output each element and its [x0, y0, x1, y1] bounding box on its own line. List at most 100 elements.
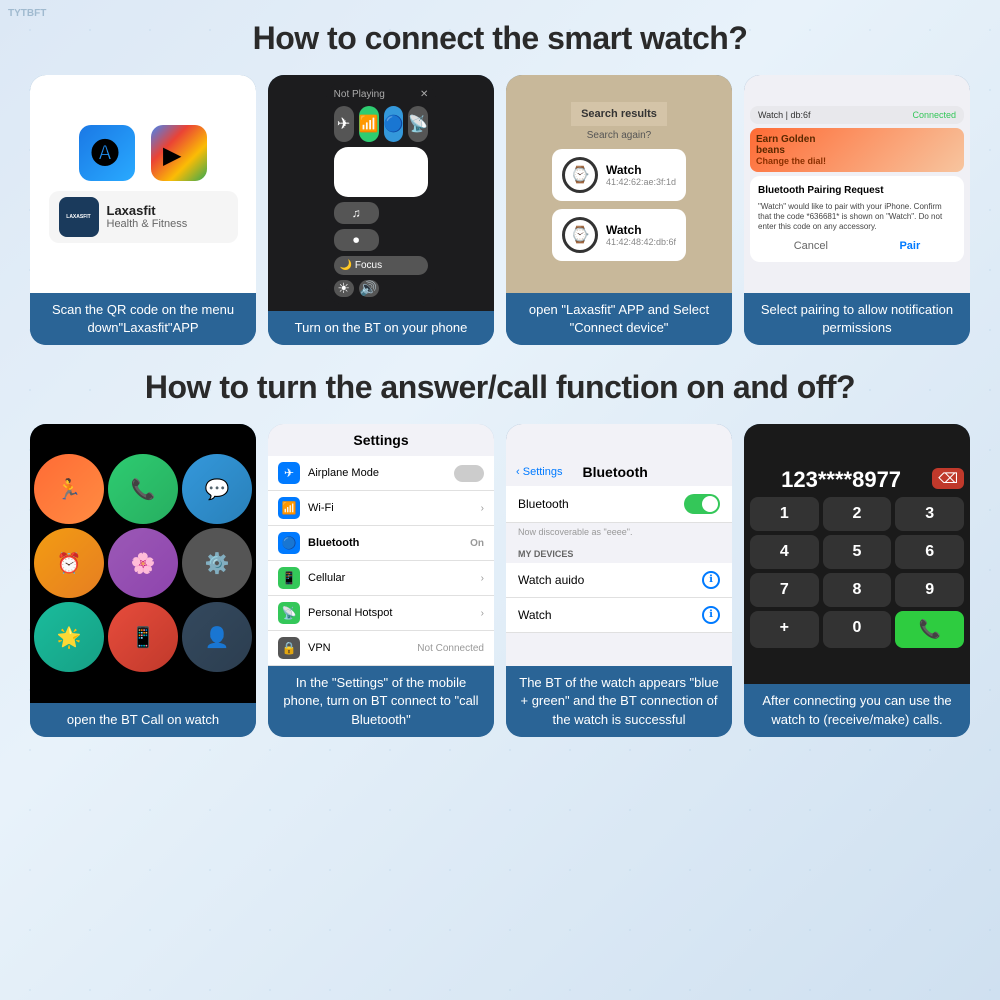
card-dialpad: 123****8977 ⌫ 1 2 3 4 5 6 7 8 9 + 0 📞 [744, 424, 970, 737]
laxasfit-name: Laxasfit [107, 203, 188, 218]
cc-focus[interactable]: 🌙 Focus [334, 256, 429, 275]
cc-grid-top: ✈ 📶 🔵 📡 [334, 106, 429, 142]
settings-row-wifi[interactable]: 📶 Wi-Fi › [268, 491, 494, 526]
section1-cards-grid: 🅐 ▶ LAXASFIT Laxasfit Health & Fitness [30, 75, 970, 345]
bt-pair-btn[interactable]: Pair [899, 239, 920, 254]
bt-toggle-label: Bluetooth [518, 497, 569, 511]
dialpad-top: 123****8977 ⌫ [750, 461, 964, 497]
watch-connected: Connected [912, 110, 956, 120]
search-result-1[interactable]: ⌚ Watch 41:42:62:ae:3f:1d [552, 149, 686, 201]
watch-app-phone[interactable]: 📞 [108, 454, 178, 524]
delete-icon[interactable]: ⌫ [932, 468, 964, 489]
search-again: Search again? [583, 126, 656, 145]
bt-back-btn[interactable]: ‹ Settings [516, 466, 562, 478]
watch-app-flower[interactable]: 🌸 [108, 528, 178, 598]
settings-row-airplane[interactable]: ✈ Airplane Mode [268, 456, 494, 491]
cc-volume[interactable]: 🔊 [359, 280, 379, 297]
cellular-icon: 📱 [278, 567, 300, 589]
device1-info-icon[interactable]: ℹ [702, 571, 720, 589]
bt-dialog-buttons: Cancel Pair [758, 239, 956, 254]
bt-pairing-dialog: Bluetooth Pairing Request "Watch" would … [750, 176, 964, 263]
card2-screen: Not Playing ✕ ✈ 📶 🔵 📡 * ♫ ⏺ [268, 75, 494, 311]
result2-addr: 41:42:48:42:db:6f [606, 237, 676, 247]
vpn-label: VPN [308, 642, 331, 654]
dial-key-1[interactable]: 1 [750, 497, 819, 531]
card4-label: Select pairing to allow notification per… [744, 293, 970, 345]
watch-app-settings[interactable]: ⚙️ [182, 528, 252, 598]
dial-key-6[interactable]: 6 [895, 535, 964, 569]
bluetooth-status: On [470, 538, 484, 549]
device2-info-icon[interactable]: ℹ [702, 606, 720, 624]
watch-app-user[interactable]: 👤 [182, 602, 252, 672]
watch-app-phone2[interactable]: 📱 [108, 602, 178, 672]
laxasfit-row: LAXASFIT Laxasfit Health & Fitness [49, 191, 238, 243]
airplane-toggle[interactable] [454, 465, 484, 482]
card-bt-settings: ‹ Settings Bluetooth Bluetooth Now disco… [506, 424, 732, 737]
wifi-chevron: › [481, 503, 484, 514]
card8-screen: 123****8977 ⌫ 1 2 3 4 5 6 7 8 9 + 0 📞 [744, 424, 970, 684]
bt-device-1[interactable]: Watch auido ℹ [506, 563, 732, 598]
dial-key-7[interactable]: 7 [750, 573, 819, 607]
card-scan-qr: 🅐 ▶ LAXASFIT Laxasfit Health & Fitness [30, 75, 256, 345]
cc-brightness[interactable]: ☀ [334, 280, 354, 297]
cc-screen-rec[interactable]: ⏺ [334, 229, 379, 251]
cc-bluetooth[interactable]: 🔵 [384, 106, 404, 142]
result1-name: Watch [606, 163, 676, 177]
dial-key-8[interactable]: 8 [823, 573, 892, 607]
bt-cancel-btn[interactable]: Cancel [794, 239, 828, 254]
search-result-2[interactable]: ⌚ Watch 41:42:48:42:db:6f [552, 209, 686, 261]
laxasfit-text: Laxasfit Health & Fitness [107, 203, 188, 230]
section2-cards-grid: 🏃 📞 💬 ⏰ 🌸 ⚙️ 🌟 📱 👤 open the BT Call on w… [30, 424, 970, 737]
watch-icon-2: ⌚ [562, 217, 598, 253]
dial-key-5[interactable]: 5 [823, 535, 892, 569]
bt-toggle[interactable] [684, 494, 720, 514]
bt-page-title: Bluetooth [582, 464, 647, 480]
watch-app-run[interactable]: 🏃 [34, 454, 104, 524]
appstore-icon: 🅐 [79, 125, 135, 181]
watch-app-alarm[interactable]: ⏰ [34, 528, 104, 598]
dial-key-9[interactable]: 9 [895, 573, 964, 607]
section1-title: How to connect the smart watch? [30, 20, 970, 57]
dialpad-grid: 1 2 3 4 5 6 7 8 9 + 0 📞 [750, 497, 964, 648]
dial-key-4[interactable]: 4 [750, 535, 819, 569]
watch-icon-1: ⌚ [562, 157, 598, 193]
settings-row-bluetooth[interactable]: 🔵 Bluetooth On [268, 526, 494, 561]
watch-status-bar: Watch | db:6f Connected [750, 106, 964, 124]
svg-text:▶: ▶ [163, 142, 182, 169]
bt-pairing-body: "Watch" would like to pair with your iPh… [758, 202, 956, 233]
app-icons-row: 🅐 ▶ [79, 125, 207, 181]
settings-row-vpn[interactable]: 🔒 VPN Not Connected [268, 631, 494, 666]
settings-row-hotspot[interactable]: 📡 Personal Hotspot › [268, 596, 494, 631]
card7-label: The BT of the watch appears "blue + gree… [506, 666, 732, 737]
section2-title: How to turn the answer/call function on … [30, 369, 970, 406]
game-banner: Earn Golden beans Change the dial! [750, 128, 964, 172]
bt-toggle-row[interactable]: Bluetooth [506, 486, 732, 523]
settings-row-cellular[interactable]: 📱 Cellular › [268, 561, 494, 596]
cc-music[interactable]: ♫ [334, 202, 379, 224]
dial-key-3[interactable]: 3 [895, 497, 964, 531]
settings-list: ✈ Airplane Mode 📶 Wi-Fi › 🔵 Bluetooth On [268, 456, 494, 666]
card-turn-bt: Not Playing ✕ ✈ 📶 🔵 📡 * ♫ ⏺ [268, 75, 494, 345]
card-phone-settings: Settings ✈ Airplane Mode 📶 Wi-Fi › 🔵 [268, 424, 494, 737]
bt-devices-header: MY DEVICES [506, 541, 732, 563]
dial-key-0[interactable]: 0 [823, 611, 892, 648]
watch-app-msg[interactable]: 💬 [182, 454, 252, 524]
dial-key-call[interactable]: 📞 [895, 611, 964, 648]
cc-data[interactable]: 📡 [408, 106, 428, 142]
cc-wifi[interactable]: 📶 [359, 106, 379, 142]
bt-device-2[interactable]: Watch ℹ [506, 598, 732, 633]
card5-label: open the BT Call on watch [30, 703, 256, 737]
vpn-icon: 🔒 [278, 637, 300, 659]
card-open-bt-call: 🏃 📞 💬 ⏰ 🌸 ⚙️ 🌟 📱 👤 open the BT Call on w… [30, 424, 256, 737]
dial-key-2[interactable]: 2 [823, 497, 892, 531]
cc-airplane[interactable]: ✈ [334, 106, 354, 142]
watch-app-star[interactable]: 🌟 [34, 602, 104, 672]
cc-bt-big[interactable]: * [334, 147, 429, 197]
laxasfit-logo: LAXASFIT [59, 197, 99, 237]
card2-label: Turn on the BT on your phone [268, 311, 494, 345]
hotspot-label: Personal Hotspot [308, 607, 392, 619]
hotspot-icon: 📡 [278, 602, 300, 624]
wifi-icon: 📶 [278, 497, 300, 519]
card4-screen: Watch | db:6f Connected Earn Golden bean… [744, 75, 970, 293]
dial-key-plus[interactable]: + [750, 611, 819, 648]
